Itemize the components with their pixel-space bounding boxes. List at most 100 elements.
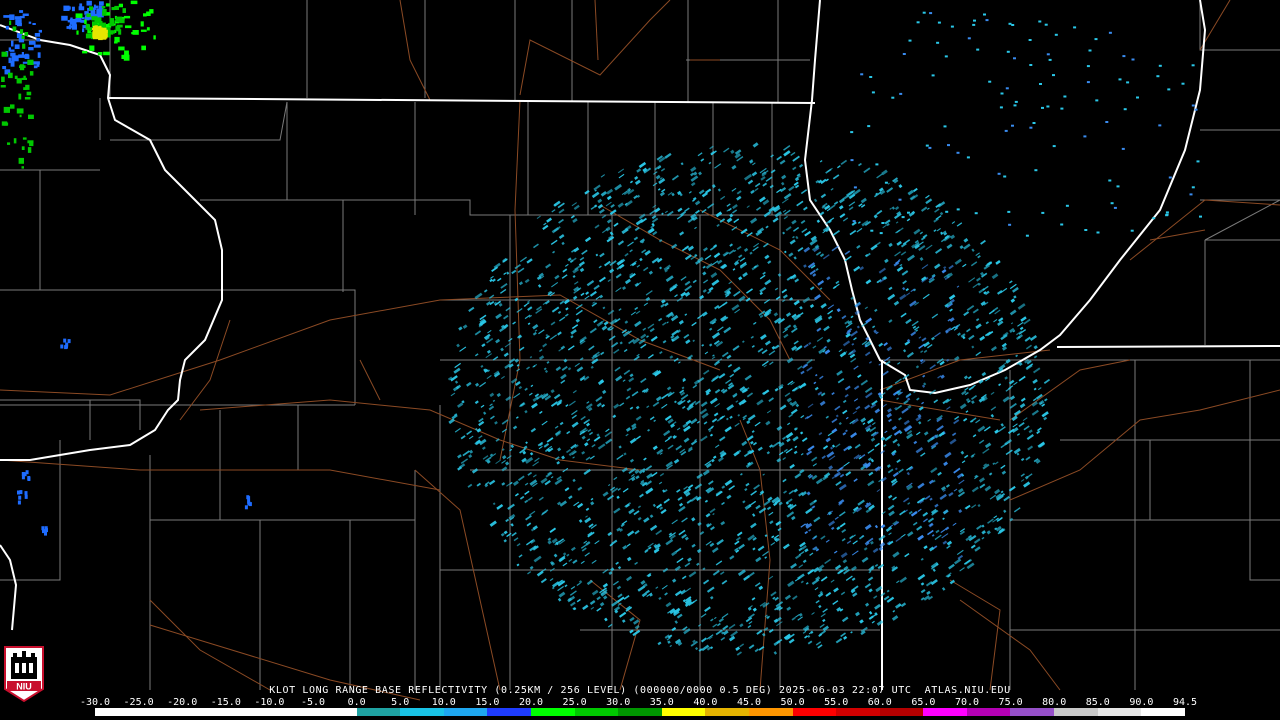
colorbar-segment	[356, 708, 401, 716]
echo-pixel	[24, 494, 28, 499]
echo-pixel	[1073, 26, 1077, 29]
colorbar-tick-label: 5.0	[391, 697, 410, 708]
echo-pixel	[875, 163, 879, 166]
echo-pixel	[1131, 58, 1135, 61]
echo-pixel	[19, 65, 26, 68]
echo-pixel	[922, 11, 926, 14]
echo-pixel	[22, 137, 27, 140]
colorbar-tick-label: 15.0	[475, 697, 500, 708]
echo-pixel	[18, 157, 24, 164]
echo-pixel	[36, 62, 40, 67]
echo-pixel	[21, 77, 27, 80]
echo-pixel	[1108, 31, 1112, 34]
echo-pixel	[1088, 49, 1092, 52]
echo-pixel	[86, 0, 92, 6]
colorbar-tick-label: 40.0	[693, 697, 718, 708]
colorbar-segment	[879, 708, 924, 716]
colorbar-segment	[574, 708, 619, 716]
echo-pixel	[70, 25, 76, 28]
echo-pixel	[75, 13, 83, 18]
colorbar-segment	[400, 708, 444, 716]
echo-pixel	[98, 17, 102, 23]
echo-pixel	[28, 47, 34, 51]
echo-pixel	[988, 80, 992, 83]
echo-pixel	[1118, 78, 1122, 81]
echo-pixel	[997, 172, 1001, 175]
echo-pixel	[871, 91, 875, 94]
colorbar-tick-label: 20.0	[518, 697, 544, 708]
echo-pixel	[114, 5, 119, 10]
echo-pixel	[3, 106, 11, 113]
echo-pixel	[1060, 223, 1064, 226]
colorbar-tick-label: 35.0	[649, 697, 674, 708]
echo-pixel	[98, 27, 103, 33]
echo-pixel	[1121, 147, 1125, 150]
echo-pixel	[1108, 179, 1112, 182]
echo-pixel	[1048, 58, 1052, 61]
echo-pixel	[950, 25, 954, 28]
echo-pixel	[14, 44, 20, 49]
echo-pixel	[101, 6, 106, 9]
echo-pixel	[11, 55, 19, 62]
echo-pixel	[850, 131, 854, 134]
echo-pixel	[24, 491, 28, 496]
colorbar-segment	[530, 708, 575, 716]
colorbar-tick-label: 75.0	[998, 697, 1023, 708]
echo-pixel	[115, 26, 121, 32]
echo-pixel	[140, 29, 147, 32]
echo-pixel	[902, 53, 906, 55]
echo-pixel	[33, 44, 41, 48]
colorbar-tick-label: 30.0	[606, 697, 631, 708]
echo-pixel	[1196, 160, 1200, 163]
echo-pixel	[899, 92, 903, 95]
echo-pixel	[21, 166, 24, 169]
echo-pixel	[1130, 229, 1134, 232]
echo-pixel	[79, 3, 83, 8]
colorbar-tick-label: -15.0	[210, 697, 241, 708]
echo-pixel	[11, 40, 14, 47]
echo-pixel	[8, 72, 13, 79]
echo-pixel	[22, 13, 29, 16]
colorbar-segment	[661, 708, 706, 716]
echo-pixel	[1046, 105, 1050, 108]
echo-pixel	[92, 34, 100, 40]
echo-pixel	[1065, 204, 1069, 207]
echo-pixel	[131, 32, 138, 35]
echo-pixel	[37, 52, 41, 58]
echo-pixel	[1008, 223, 1012, 226]
echo-pixel	[28, 114, 34, 119]
echo-pixel	[3, 15, 10, 18]
echo-pixel	[146, 11, 151, 16]
echo-pixel	[92, 21, 97, 25]
echo-pixel	[28, 40, 36, 45]
echo-pixel	[1000, 92, 1004, 95]
colorbar-tick-label: 0.0	[347, 697, 366, 708]
colorbar-segment	[443, 708, 488, 716]
echo-pixel	[89, 45, 95, 51]
colorbar-tick-label: 65.0	[911, 697, 936, 708]
echo-pixel	[1181, 82, 1185, 85]
echo-pixel	[99, 1, 104, 6]
echo-pixel	[1165, 214, 1169, 217]
echo-pixel	[1191, 186, 1195, 189]
echo-pixel	[1168, 176, 1172, 179]
colorbar	[95, 708, 1185, 716]
colorbar-segment	[836, 708, 880, 716]
echo-pixel	[102, 31, 106, 35]
echo-pixel	[7, 142, 11, 145]
echo-pixel	[916, 21, 920, 24]
echo-pixel	[71, 6, 75, 12]
echo-pixel	[21, 146, 25, 150]
echo-pixel	[1063, 95, 1067, 98]
echo-pixel	[85, 33, 92, 39]
echo-pixel	[16, 108, 24, 114]
niu-logo: NIU	[4, 646, 44, 703]
echo-pixel	[36, 37, 41, 42]
echo-pixel	[244, 505, 248, 510]
colorbar-tick-label: 45.0	[736, 697, 762, 708]
colorbar-segment	[923, 708, 967, 716]
echo-pixel	[869, 76, 873, 78]
echo-pixel	[28, 21, 32, 24]
echo-pixel	[1052, 74, 1055, 77]
echo-pixel	[0, 85, 6, 88]
